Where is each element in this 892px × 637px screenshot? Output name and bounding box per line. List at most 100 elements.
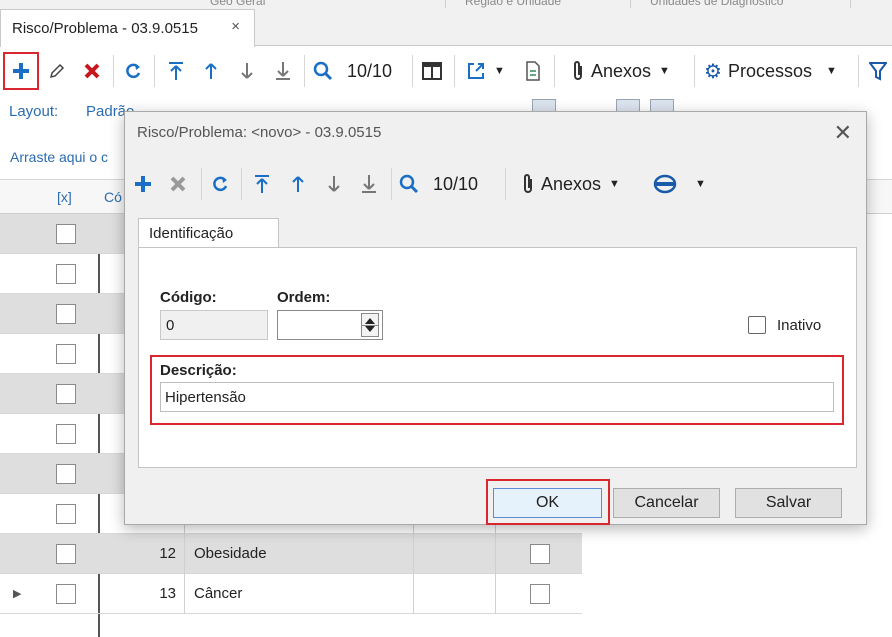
export-button[interactable]: ▼ (466, 57, 505, 85)
row-select-checkbox[interactable] (56, 424, 76, 444)
row-select-checkbox[interactable] (56, 584, 76, 604)
first-icon[interactable] (164, 57, 188, 85)
close-icon[interactable]: ✕ (834, 120, 852, 146)
row-select-checkbox[interactable] (56, 544, 76, 564)
toolbar-divider (113, 55, 114, 87)
processos-label: Processos (727, 60, 812, 81)
database-icon (653, 174, 677, 194)
document-icon[interactable] (523, 57, 543, 85)
edit-icon[interactable] (45, 57, 69, 85)
toolbar-divider (241, 168, 242, 200)
next-icon[interactable] (322, 170, 346, 198)
search-button[interactable]: 10/10 (399, 170, 478, 198)
toolbar-divider (391, 168, 392, 200)
codigo-label: Código: (160, 289, 217, 306)
column-divider (413, 534, 414, 574)
toolbar-divider (412, 55, 413, 87)
last-icon[interactable] (357, 170, 381, 198)
row-description: Câncer (194, 585, 243, 602)
ok-button[interactable]: OK (493, 488, 602, 518)
table-row[interactable]: ▶ 13 Câncer (0, 574, 582, 614)
ordem-stepper[interactable] (361, 313, 379, 337)
chevron-down-icon: ▼ (825, 65, 837, 77)
identificacao-panel: Código: 0 Ordem: Inativo Descrição: Hipe… (138, 247, 857, 468)
toolbar-divider (694, 55, 695, 87)
anexos-button[interactable]: Anexos ▼ (521, 170, 620, 198)
top-tab-fragment[interactable]: Geo Geral (210, 0, 265, 8)
cancel-button[interactable]: Cancelar (613, 488, 720, 518)
code-column-header[interactable]: Có (104, 189, 122, 205)
more-options-button[interactable]: ▼ (653, 170, 706, 198)
close-tab-icon[interactable]: × (231, 18, 240, 35)
prev-icon[interactable] (199, 57, 223, 85)
descricao-label: Descrição: (160, 362, 237, 379)
descricao-field[interactable]: Hipertensão (160, 382, 834, 412)
refresh-icon[interactable] (121, 57, 145, 85)
stepper-down-icon[interactable] (365, 326, 375, 332)
row-select-checkbox[interactable] (56, 384, 76, 404)
toolbar-divider (554, 55, 555, 87)
tab-risco-problema[interactable]: Risco/Problema - 03.9.0515 × (0, 9, 255, 47)
divider (630, 0, 631, 8)
top-tab-fragment[interactable]: Região e Unidade (465, 0, 561, 8)
tab-identificacao[interactable]: Identificação (138, 218, 279, 248)
toolbar-divider (505, 168, 506, 200)
document-tabstrip: Geo Geral Região e Unidade Unidades de D… (0, 0, 892, 47)
chevron-down-icon: ▼ (659, 65, 670, 77)
anexos-button[interactable]: Anexos ▼ (571, 57, 670, 85)
row-select-checkbox[interactable] (56, 504, 76, 524)
record-counter: 10/10 (433, 173, 479, 194)
row-select-checkbox[interactable] (56, 304, 76, 324)
columns-icon[interactable] (420, 57, 444, 85)
add-icon[interactable] (8, 57, 34, 85)
main-toolbar: 10/10 ▼ Anexos ▼ ⚙ Processos ▼ (0, 47, 892, 95)
chevron-down-icon: ▼ (695, 178, 706, 190)
last-icon[interactable] (271, 57, 295, 85)
ordem-field[interactable] (277, 310, 383, 340)
inativo-label: Inativo (777, 317, 822, 334)
column-divider (184, 574, 185, 614)
anexos-label: Anexos (591, 60, 652, 81)
dialog-toolbar: 10/10 Anexos ▼ ▼ (125, 162, 866, 208)
dialog-title: Risco/Problema: <novo> - 03.9.0515 (137, 124, 382, 141)
table-row[interactable]: 12 Obesidade (0, 534, 582, 574)
divider (850, 0, 851, 8)
row-select-checkbox[interactable] (56, 464, 76, 484)
filter-icon[interactable] (866, 57, 890, 85)
toolbar-divider (454, 55, 455, 87)
toolbar-divider (201, 168, 202, 200)
column-divider (495, 534, 496, 574)
tab-title: Risco/Problema - 03.9.0515 (12, 20, 198, 37)
row-select-checkbox[interactable] (56, 224, 76, 244)
search-icon (399, 174, 419, 194)
row-inactive-checkbox[interactable] (530, 584, 550, 604)
stepper-up-icon[interactable] (365, 318, 375, 324)
toolbar-divider (858, 55, 859, 87)
delete-icon[interactable] (166, 170, 190, 198)
search-icon (313, 61, 333, 81)
paperclip-icon (521, 173, 535, 195)
top-tab-fragment[interactable]: Unidades de Diagnóstico (650, 0, 783, 8)
row-select-checkbox[interactable] (56, 344, 76, 364)
column-divider (413, 574, 414, 614)
search-button[interactable]: 10/10 (313, 57, 392, 85)
first-icon[interactable] (250, 170, 274, 198)
select-all-header[interactable]: [x] (57, 189, 72, 205)
save-button[interactable]: Salvar (735, 488, 842, 518)
add-icon[interactable] (131, 170, 155, 198)
row-inactive-checkbox[interactable] (530, 544, 550, 564)
refresh-icon[interactable] (208, 170, 232, 198)
toolbar-divider (304, 55, 305, 87)
gear-icon: ⚙ (704, 60, 722, 83)
row-select-checkbox[interactable] (56, 264, 76, 284)
prev-icon[interactable] (286, 170, 310, 198)
ordem-label: Ordem: (277, 289, 331, 306)
column-divider (184, 534, 185, 574)
delete-icon[interactable] (80, 57, 104, 85)
inativo-checkbox[interactable] (748, 316, 766, 334)
group-by-hint: Arraste aqui o c (10, 149, 109, 165)
next-icon[interactable] (235, 57, 259, 85)
row-code: 13 (159, 585, 176, 602)
row-code: 12 (159, 545, 176, 562)
processos-button[interactable]: ⚙ Processos ▼ (704, 57, 837, 85)
